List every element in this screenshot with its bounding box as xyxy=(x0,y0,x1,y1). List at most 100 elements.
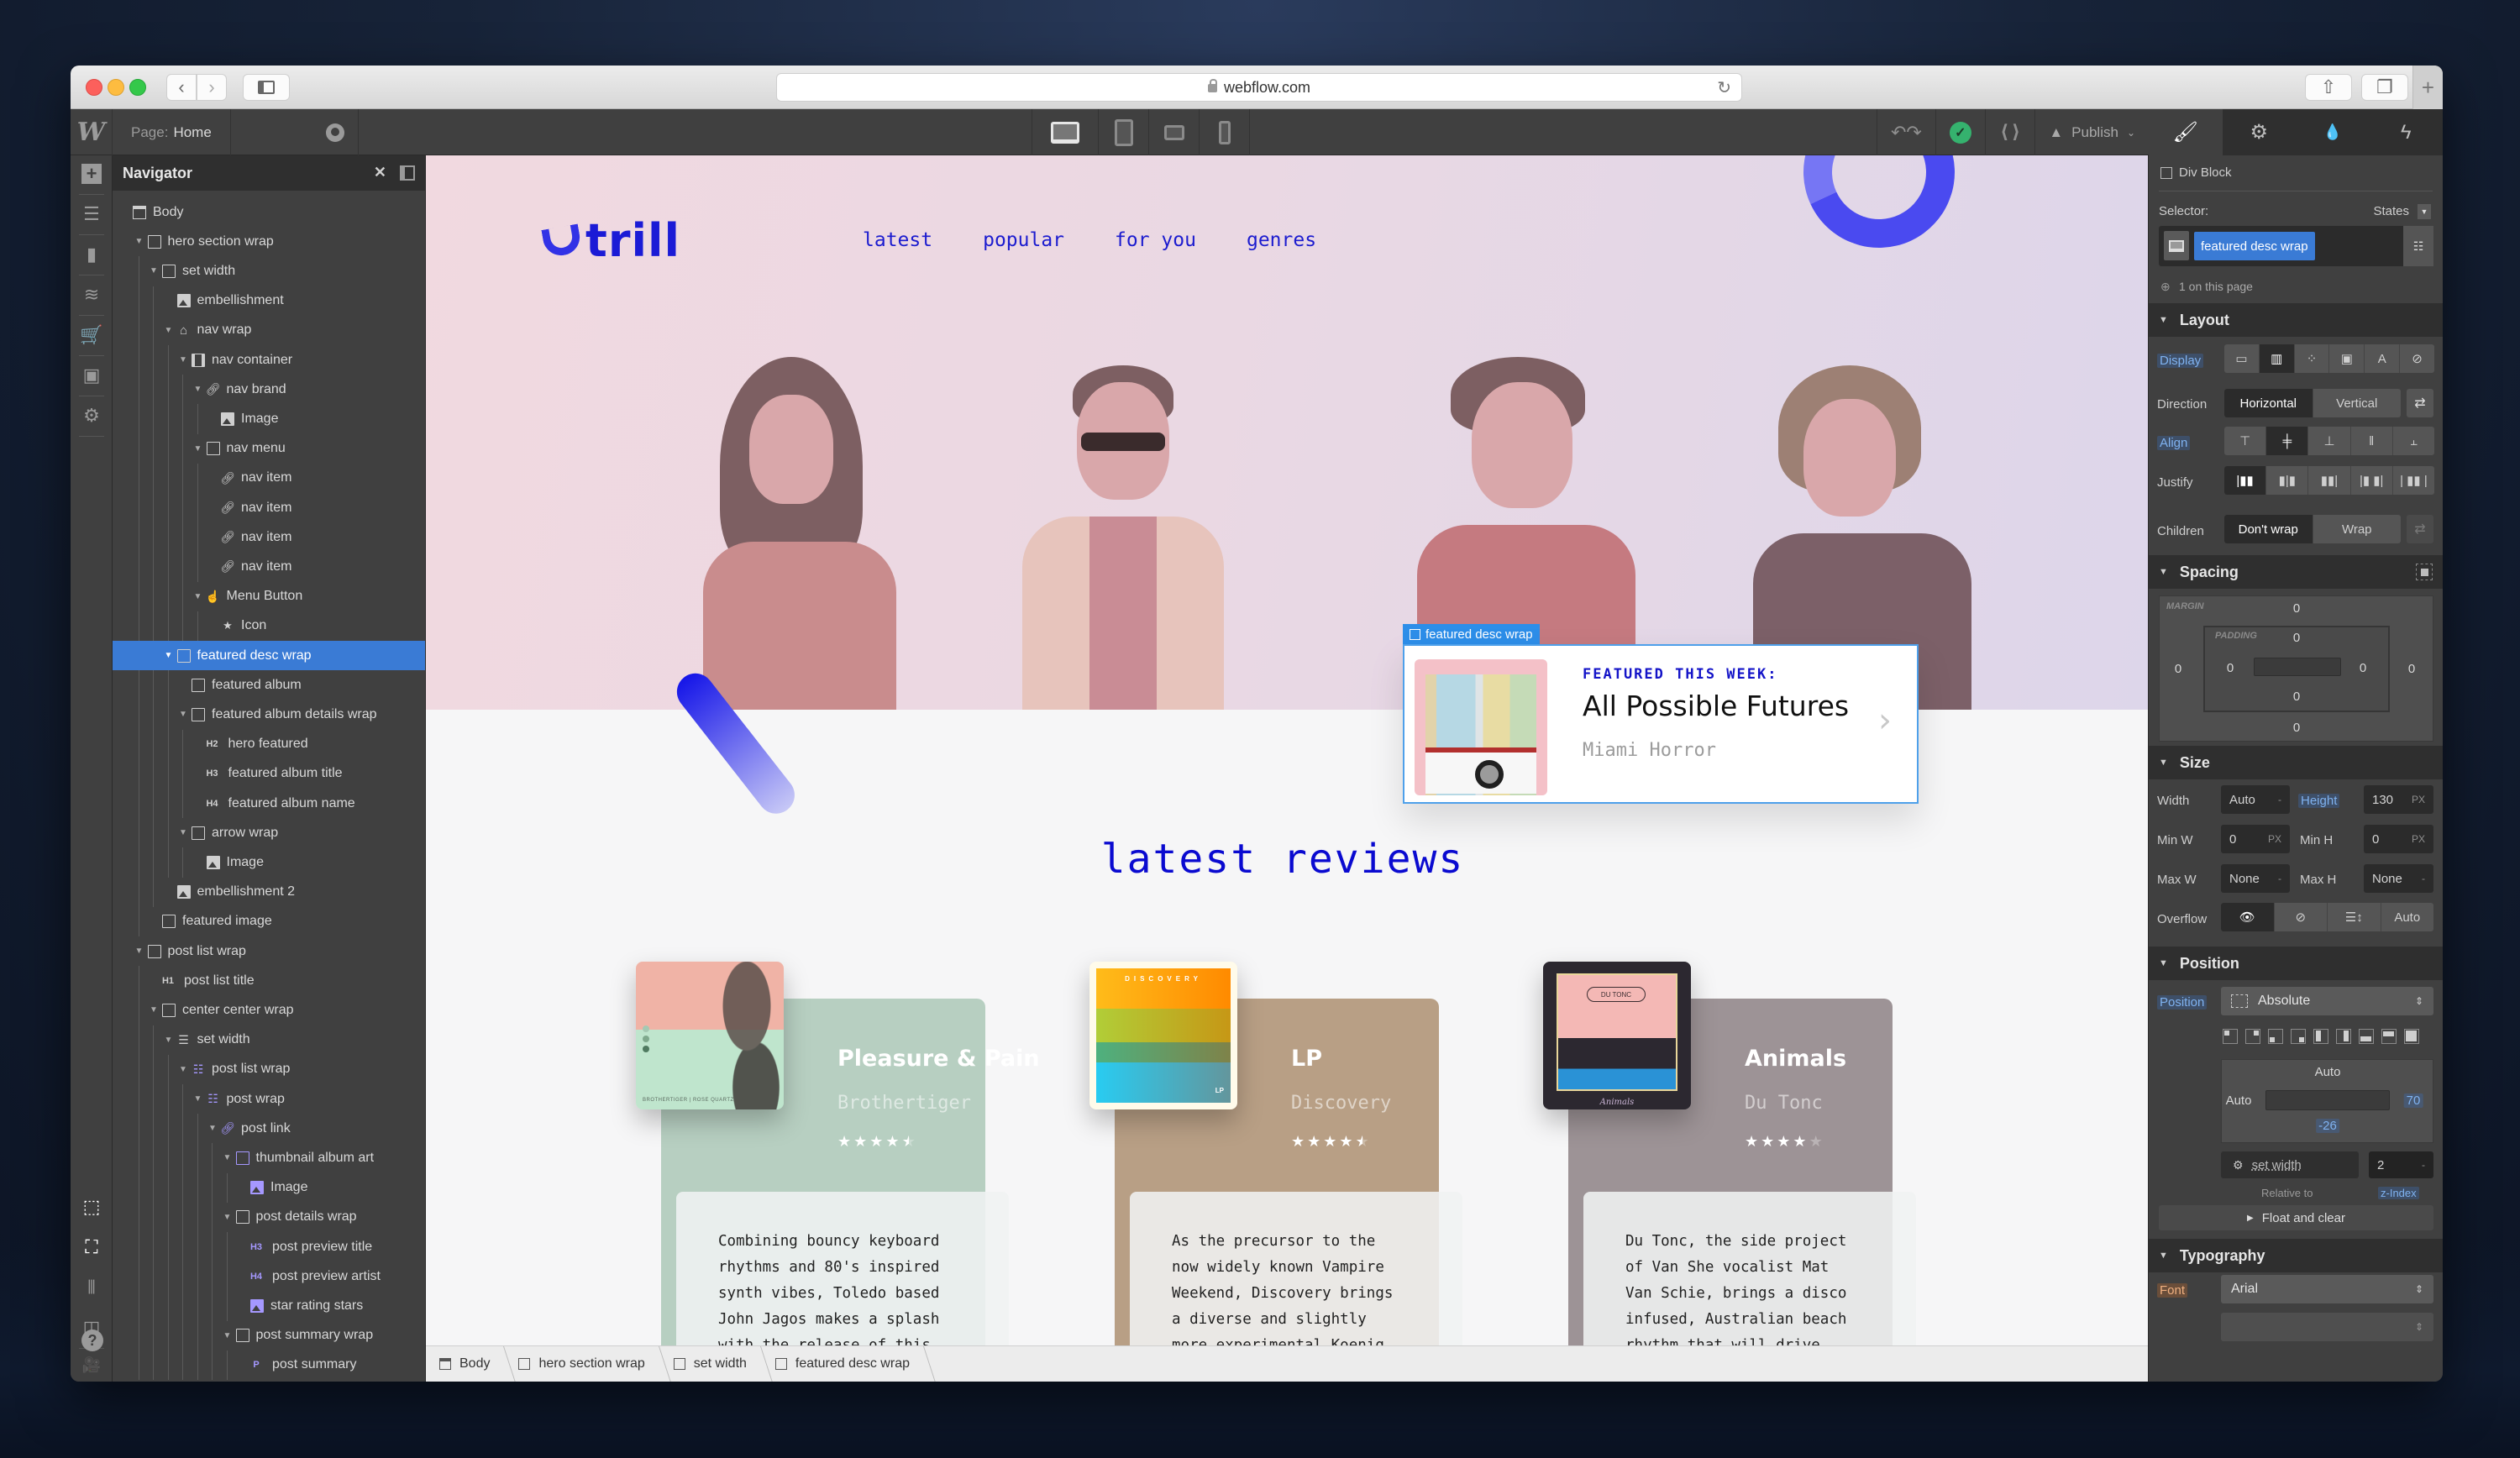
align-end-button[interactable]: ⊥ xyxy=(2308,427,2351,455)
overflow-scroll-button[interactable]: ☰↕ xyxy=(2328,903,2381,931)
code-export-button[interactable]: ⟨⟩ xyxy=(1984,109,2035,155)
offset-left-value[interactable]: Auto xyxy=(2226,1094,2252,1108)
navigator-node[interactable]: ★ Icon xyxy=(113,611,425,641)
collapse-all-icon[interactable]: ✕ xyxy=(374,164,386,181)
navigator-icon[interactable]: ☰ xyxy=(81,203,102,224)
align-center-button[interactable]: ╪ xyxy=(2266,427,2309,455)
webflow-logo[interactable]: W xyxy=(71,109,113,155)
hero-section[interactable]: trill latest popular for you genres xyxy=(426,155,2148,710)
padding-bottom-value[interactable]: 0 xyxy=(2293,690,2300,704)
navigator-node[interactable]: 🔗︎ nav item xyxy=(113,552,425,581)
wrap-button[interactable]: Wrap xyxy=(2313,515,2402,543)
display-flex-button[interactable]: ▥ xyxy=(2259,344,2295,373)
display-inline-button[interactable]: A xyxy=(2365,344,2401,373)
chevron-right-icon[interactable]: › xyxy=(1878,701,1892,740)
breadcrumb-item[interactable]: featured desc wrap xyxy=(762,1346,925,1382)
navigator-node[interactable]: ▼ ☷ post list wrap xyxy=(113,1055,425,1084)
undo-icon[interactable]: ↶ xyxy=(1891,122,1906,144)
expand-caret-icon[interactable]: ▼ xyxy=(149,1005,159,1015)
reverse-direction-button[interactable]: ⇄ xyxy=(2407,389,2433,417)
align-start-button[interactable]: ⊤ xyxy=(2224,427,2267,455)
min-width-unit[interactable]: PX xyxy=(2268,833,2281,845)
max-height-field[interactable]: None - xyxy=(2364,864,2433,893)
navigator-node[interactable]: ▼ post details wrap xyxy=(113,1203,425,1232)
expand-caret-icon[interactable]: ▼ xyxy=(178,355,188,364)
preset-bottom-right[interactable] xyxy=(2291,1029,2306,1044)
preset-full[interactable] xyxy=(2404,1029,2419,1044)
show-guides-icon[interactable]: ⦀ xyxy=(81,1277,102,1298)
expand-caret-icon[interactable]: ▼ xyxy=(164,326,174,335)
navigator-node[interactable]: H2 hero featured xyxy=(113,730,425,759)
sidebar-button[interactable] xyxy=(243,74,290,101)
margin-right-value[interactable]: 0 xyxy=(2408,662,2415,676)
relative-to-parent[interactable]: ⚙ set width xyxy=(2221,1151,2359,1178)
address-bar[interactable]: webflow.com ↻ xyxy=(776,73,1742,102)
spacing-section-header[interactable]: ▼ Spacing xyxy=(2149,555,2443,589)
preset-right[interactable] xyxy=(2336,1029,2351,1044)
device-mobile-portrait-button[interactable] xyxy=(1200,109,1250,155)
navigator-node[interactable]: ▼ featured desc wrap xyxy=(113,641,425,670)
expand-caret-icon[interactable]: ▼ xyxy=(193,444,203,454)
settings-icon[interactable]: ⚙ xyxy=(81,405,102,426)
navigator-node[interactable]: embellishment xyxy=(113,286,425,316)
navigator-node[interactable]: ▼ nav container xyxy=(113,345,425,375)
expand-caret-icon[interactable]: ▼ xyxy=(178,1065,188,1074)
align-baseline-button[interactable]: ⫠ xyxy=(2393,427,2434,455)
justify-start-button[interactable]: |▮▮ xyxy=(2224,466,2267,495)
navigator-node[interactable]: embellishment 2 xyxy=(113,878,425,907)
post-card[interactable]: DU TONC Animals Animals Du Tonc ★ ★ ★ ★ ★ Du Tonc… xyxy=(1543,962,1916,1345)
dock-panel-icon[interactable] xyxy=(400,165,415,181)
navigator-node[interactable]: ▼ nav menu xyxy=(113,434,425,464)
close-window-button[interactable] xyxy=(86,79,102,96)
expand-caret-icon[interactable]: ▼ xyxy=(207,1124,218,1133)
preset-bottom-left[interactable] xyxy=(2268,1029,2283,1044)
overflow-auto-button[interactable]: Auto xyxy=(2381,903,2434,931)
offset-right-value[interactable]: 70 xyxy=(2403,1094,2423,1108)
nav-brand[interactable]: trill xyxy=(541,214,680,267)
add-icon[interactable]: + xyxy=(81,163,102,184)
expand-caret-icon[interactable]: ▼ xyxy=(223,1213,233,1222)
selector-class-tag[interactable]: featured desc wrap xyxy=(2194,232,2315,260)
expand-caret-icon[interactable]: ▼ xyxy=(178,828,188,837)
expand-caret-icon[interactable]: ▼ xyxy=(193,592,203,601)
featured-desc-wrap[interactable]: FEATURED THIS WEEK: All Possible Futures… xyxy=(1403,644,1919,804)
navigator-node[interactable]: featured album xyxy=(113,670,425,700)
undo-redo-buttons[interactable]: ↶ ↷ xyxy=(1876,109,1935,155)
justify-end-button[interactable]: ▮▮| xyxy=(2308,466,2351,495)
zoom-window-button[interactable] xyxy=(129,79,146,96)
align-stretch-button[interactable]: ‖ xyxy=(2351,427,2393,455)
width-unit[interactable]: - xyxy=(2278,794,2281,805)
new-tab-button[interactable]: + xyxy=(2412,66,2443,109)
navigator-node[interactable]: ▼ center center wrap xyxy=(113,995,425,1025)
publish-button[interactable]: ▲ Publish ⌄ xyxy=(2034,109,2149,155)
navigator-node[interactable]: ▼ 🔗︎ nav brand xyxy=(113,375,425,404)
tab-style[interactable]: 🖌 xyxy=(2149,109,2223,155)
expand-caret-icon[interactable]: ▼ xyxy=(164,651,174,660)
help-icon[interactable]: ? xyxy=(81,1330,103,1351)
overflow-visible-button[interactable]: 👁 xyxy=(2221,903,2275,931)
preset-top[interactable] xyxy=(2381,1029,2397,1044)
margin-bottom-value[interactable]: 0 xyxy=(2293,721,2300,735)
navigator-node[interactable]: H4 featured album name xyxy=(113,789,425,818)
expand-caret-icon[interactable]: ▼ xyxy=(193,1094,203,1104)
navigator-node[interactable]: ▼ ☝ Menu Button xyxy=(113,582,425,611)
tab-interactions[interactable]: ϟ xyxy=(2370,109,2444,155)
forward-button[interactable]: › xyxy=(197,74,227,101)
selector-options-icon[interactable]: ☷ xyxy=(2403,226,2433,266)
navigator-node[interactable]: ▼ thumbnail album art xyxy=(113,1143,425,1172)
display-block-button[interactable]: ▭ xyxy=(2224,344,2260,373)
navigator-node[interactable]: H3 post preview title xyxy=(113,1232,425,1261)
expand-caret-icon[interactable]: ▼ xyxy=(193,385,203,394)
dont-wrap-button[interactable]: Don't wrap xyxy=(2224,515,2313,543)
navigator-node[interactable]: ▼ ⌂ nav wrap xyxy=(113,316,425,345)
display-none-button[interactable]: ⊘ xyxy=(2400,344,2434,373)
breadcrumb-item[interactable]: hero section wrap xyxy=(505,1346,659,1382)
preset-left[interactable] xyxy=(2313,1029,2328,1044)
height-field[interactable]: 130 PX xyxy=(2364,785,2433,814)
position-select[interactable]: Absolute ⇕ xyxy=(2221,987,2433,1015)
navigator-node[interactable]: H4 post preview artist xyxy=(113,1261,425,1291)
navigator-node[interactable]: H3 featured album title xyxy=(113,759,425,789)
reverse-wrap-button[interactable]: ⇄ xyxy=(2407,515,2433,543)
select-element-icon[interactable]: ⬚ xyxy=(81,1196,102,1217)
navigator-node[interactable]: Ppost summary xyxy=(113,1350,425,1380)
